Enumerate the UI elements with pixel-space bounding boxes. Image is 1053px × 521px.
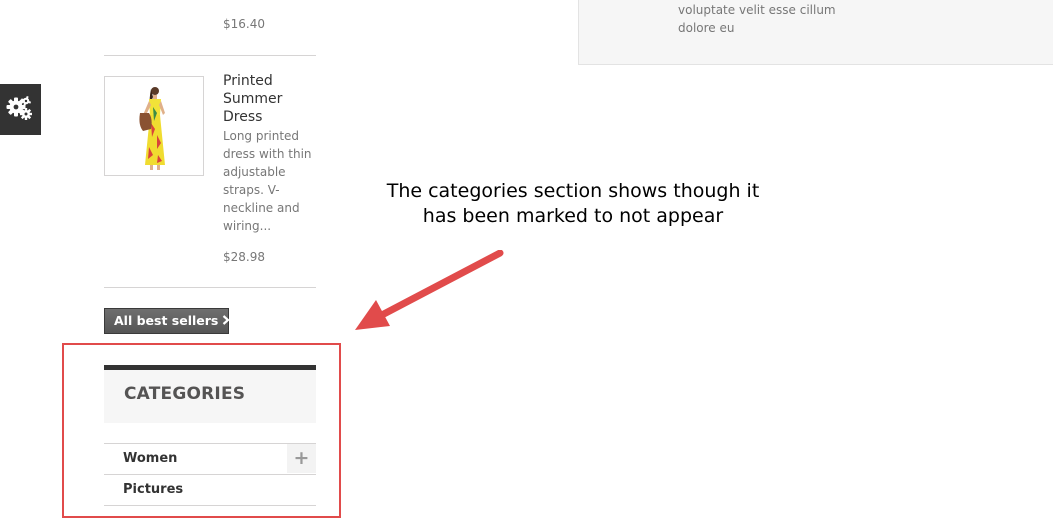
panel-text: voluptate velit esse cillum dolore eu [678,3,836,35]
product-title-link[interactable]: Printed Summer Dress [223,72,313,126]
annotation-arrow-icon [355,250,504,330]
previous-product-price: $16.40 [223,17,265,31]
product-price: $28.98 [223,250,265,264]
all-best-sellers-label: All best sellers [114,313,219,328]
settings-gear-button[interactable] [0,84,41,135]
divider [104,287,316,288]
chevron-right-icon [222,313,231,328]
product-description: Long printed dress with thin adjustable … [223,129,312,233]
annotation-text: The categories section shows though it h… [386,180,760,227]
divider [104,55,316,56]
gears-icon [6,95,32,120]
product-image[interactable] [104,76,204,176]
dress-photo [139,87,165,170]
content-panel: voluptate velit esse cillum dolore eu [578,0,1053,65]
annotation-highlight-box [62,343,341,518]
all-best-sellers-button[interactable]: All best sellers [104,308,231,334]
